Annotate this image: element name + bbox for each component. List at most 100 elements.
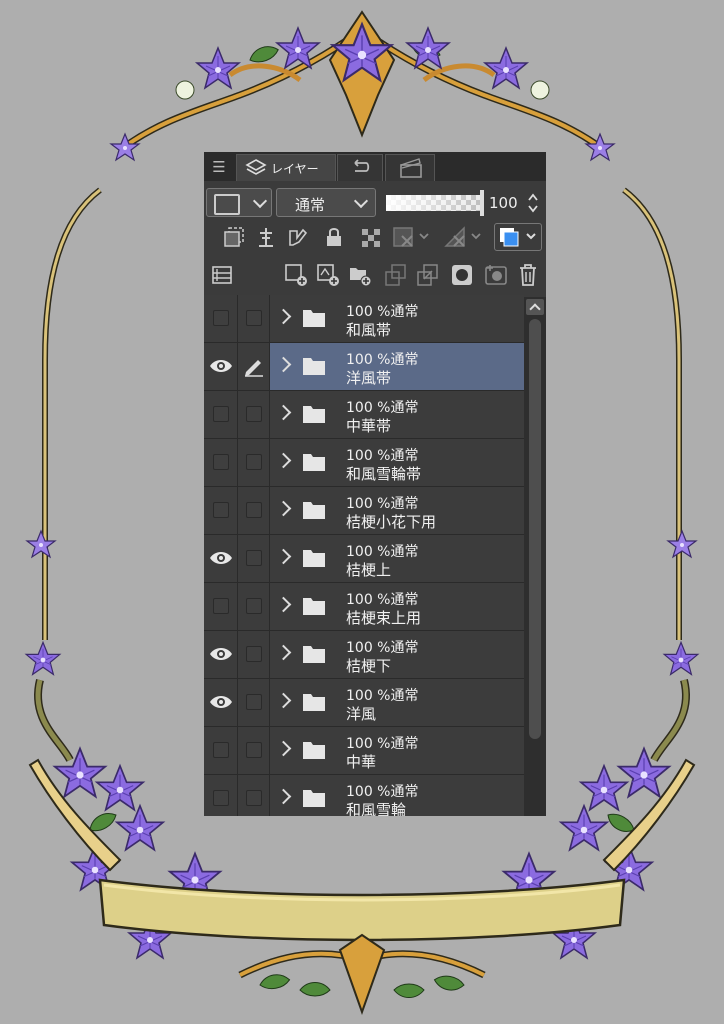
layer-visibility-toggle[interactable] xyxy=(204,775,238,816)
layer-row[interactable]: 100 %通常 和風雪輪 xyxy=(204,775,524,816)
layer-row[interactable]: 100 %通常 桔梗下 xyxy=(204,631,524,679)
chevron-right-icon[interactable] xyxy=(275,548,292,565)
layer-name-cell[interactable]: 100 %通常 桔梗下 xyxy=(270,631,524,678)
layer-edit-toggle[interactable] xyxy=(238,391,270,438)
layer-row[interactable]: 100 %通常 洋風 xyxy=(204,679,524,727)
layer-edit-toggle[interactable] xyxy=(238,487,270,534)
layer-color-dropdown[interactable] xyxy=(494,223,542,251)
layer-row[interactable]: 100 %通常 和風帯 xyxy=(204,295,524,343)
lock-transparent-pixels-icon[interactable] xyxy=(358,225,382,249)
opacity-slider-handle[interactable] xyxy=(480,190,484,216)
chevron-right-icon[interactable] xyxy=(275,308,292,325)
new-raster-layer-icon[interactable] xyxy=(284,263,308,287)
layer-visibility-toggle[interactable] xyxy=(204,391,238,438)
panel-menu-button[interactable]: ☰ xyxy=(204,152,234,181)
layer-edit-toggle[interactable] xyxy=(238,343,270,390)
eye-icon xyxy=(210,696,232,708)
new-vector-layer-icon[interactable] xyxy=(316,263,340,287)
chevron-right-icon[interactable] xyxy=(275,692,292,709)
chevron-down-icon xyxy=(353,193,369,209)
chevron-right-icon[interactable] xyxy=(275,356,292,373)
chevron-right-icon[interactable] xyxy=(275,404,292,421)
edit-checkbox xyxy=(246,790,262,806)
layer-name: 桔梗束上用 xyxy=(346,609,422,627)
layer-edit-toggle[interactable] xyxy=(238,583,270,630)
opacity-stepper-icon[interactable] xyxy=(526,191,540,215)
layer-row[interactable]: 100 %通常 桔梗小花下用 xyxy=(204,487,524,535)
edit-checkbox xyxy=(246,742,262,758)
tab-layer-label: レイヤー xyxy=(271,161,319,176)
layer-row[interactable]: 100 %通常 和風雪輪帯 xyxy=(204,439,524,487)
layer-row[interactable]: 100 %通常 中華 xyxy=(204,727,524,775)
chevron-right-icon[interactable] xyxy=(275,788,292,805)
layer-edit-toggle[interactable] xyxy=(238,679,270,726)
layer-name-cell[interactable]: 100 %通常 洋風 xyxy=(270,679,524,726)
clip-lower-layer-icon[interactable] xyxy=(222,225,246,249)
layer-type-dropdown[interactable] xyxy=(206,188,272,217)
layer-visibility-toggle[interactable] xyxy=(204,295,238,342)
layer-tool-row xyxy=(204,220,546,254)
layer-name-cell[interactable]: 100 %通常 桔梗束上用 xyxy=(270,583,524,630)
create-mask-icon[interactable] xyxy=(450,263,474,287)
layer-visibility-toggle[interactable] xyxy=(204,343,238,390)
layer-list-scrollbar[interactable] xyxy=(524,297,546,816)
layer-visibility-toggle[interactable] xyxy=(204,727,238,774)
layer-menu-icon[interactable] xyxy=(210,263,234,287)
layer-edit-toggle[interactable] xyxy=(238,535,270,582)
layer-row[interactable]: 100 %通常 洋風帯 xyxy=(204,343,524,391)
blend-mode-select[interactable]: 通常 xyxy=(276,188,376,217)
scroll-up-button[interactable] xyxy=(526,299,544,315)
layer-edit-toggle[interactable] xyxy=(238,295,270,342)
layer-edit-toggle[interactable] xyxy=(238,727,270,774)
transfer-to-lower-icon[interactable] xyxy=(384,263,408,287)
ruler-disabled-icon[interactable] xyxy=(444,225,486,249)
layer-row[interactable]: 100 %通常 桔梗上 xyxy=(204,535,524,583)
layer-row[interactable]: 100 %通常 桔梗束上用 xyxy=(204,583,524,631)
layer-name-cell[interactable]: 100 %通常 桔梗小花下用 xyxy=(270,487,524,534)
mask-disabled-icon[interactable] xyxy=(392,225,434,249)
draft-layer-icon[interactable] xyxy=(286,225,310,249)
layer-name: 和風雪輪 xyxy=(346,801,407,816)
layer-edit-toggle[interactable] xyxy=(238,775,270,816)
chevron-right-icon[interactable] xyxy=(275,596,292,613)
merge-lower-icon[interactable] xyxy=(416,263,440,287)
layer-visibility-toggle[interactable] xyxy=(204,583,238,630)
tab-layer[interactable]: レイヤー xyxy=(236,154,336,181)
chevron-right-icon[interactable] xyxy=(275,452,292,469)
opacity-slider[interactable] xyxy=(386,195,482,211)
layer-name-cell[interactable]: 100 %通常 桔梗上 xyxy=(270,535,524,582)
visibility-checkbox xyxy=(213,454,229,470)
apply-mask-icon[interactable] xyxy=(484,263,508,287)
layer-name-cell[interactable]: 100 %通常 中華 xyxy=(270,727,524,774)
scroll-thumb[interactable] xyxy=(529,319,541,739)
layer-opacity-mode: 100 %通常 xyxy=(346,736,419,752)
visibility-checkbox xyxy=(213,502,229,518)
layer-visibility-toggle[interactable] xyxy=(204,439,238,486)
layer-name-cell[interactable]: 100 %通常 和風雪輪 xyxy=(270,775,524,816)
chevron-right-icon[interactable] xyxy=(275,644,292,661)
layer-row[interactable]: 100 %通常 中華帯 xyxy=(204,391,524,439)
edit-checkbox xyxy=(246,310,262,326)
new-folder-icon[interactable] xyxy=(348,263,372,287)
layer-name: 洋風帯 xyxy=(346,369,392,387)
layer-edit-toggle[interactable] xyxy=(238,439,270,486)
layer-opacity-mode: 100 %通常 xyxy=(346,688,419,704)
lock-layer-icon[interactable] xyxy=(322,225,346,249)
folder-icon xyxy=(303,454,325,471)
layer-name-cell[interactable]: 100 %通常 洋風帯 xyxy=(270,343,524,390)
chevron-right-icon[interactable] xyxy=(275,500,292,517)
layer-visibility-toggle[interactable] xyxy=(204,535,238,582)
layer-name-cell[interactable]: 100 %通常 和風帯 xyxy=(270,295,524,342)
tab-history[interactable] xyxy=(337,154,383,181)
reference-layer-icon[interactable] xyxy=(254,225,278,249)
layer-name-cell[interactable]: 100 %通常 和風雪輪帯 xyxy=(270,439,524,486)
layer-edit-toggle[interactable] xyxy=(238,631,270,678)
eye-icon xyxy=(210,360,232,372)
layer-name-cell[interactable]: 100 %通常 中華帯 xyxy=(270,391,524,438)
layer-visibility-toggle[interactable] xyxy=(204,679,238,726)
trash-icon[interactable] xyxy=(516,263,540,287)
layer-visibility-toggle[interactable] xyxy=(204,631,238,678)
tab-animation[interactable] xyxy=(385,154,435,181)
chevron-right-icon[interactable] xyxy=(275,740,292,757)
layer-visibility-toggle[interactable] xyxy=(204,487,238,534)
